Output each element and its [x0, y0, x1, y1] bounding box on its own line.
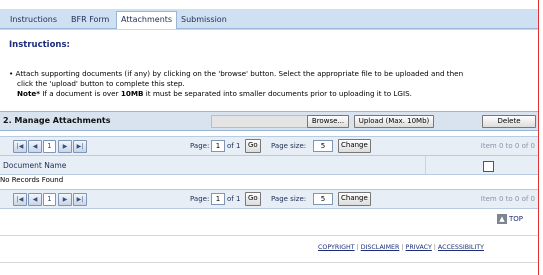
page-size-input[interactable]: 5 — [313, 193, 333, 205]
item-range-text: Item 0 to 0 of 0 — [480, 195, 535, 203]
file-path-input[interactable] — [211, 115, 309, 128]
prev-page-icon[interactable]: ◀ — [28, 193, 42, 206]
page-size-label: Page size: — [271, 195, 307, 203]
tab-instructions[interactable]: Instructions — [6, 12, 61, 28]
tab-bfr-form[interactable]: BFR Form — [67, 12, 113, 28]
top-link[interactable]: ▲ TOP — [497, 214, 523, 226]
delete-button[interactable]: Delete — [482, 115, 536, 128]
last-page-icon[interactable]: ▶| — [73, 140, 87, 153]
page-number-button[interactable]: 1 — [43, 140, 56, 153]
select-all-checkbox[interactable] — [483, 161, 494, 172]
page-of-label: of 1 — [227, 142, 241, 150]
instructions-line-2: click the 'upload' button to complete th… — [17, 79, 185, 88]
first-page-icon[interactable]: |◀ — [13, 193, 27, 206]
change-button[interactable]: Change — [338, 192, 371, 206]
note-pre: If a document is over — [40, 89, 121, 98]
page-label: Page: — [190, 195, 210, 203]
upload-button[interactable]: Upload (Max. 10Mb) — [354, 115, 434, 128]
go-button[interactable]: Go — [245, 192, 261, 206]
page-size-label: Page size: — [271, 142, 307, 150]
instructions-panel: Instructions: • Attach supporting docume… — [0, 29, 538, 110]
grid-header: Document Name — [0, 156, 538, 175]
note-size: 10MB — [120, 89, 144, 98]
column-divider — [425, 156, 426, 174]
browse-button[interactable]: Browse... — [307, 115, 349, 128]
instructions-note: Note* If a document is over 10MB it must… — [9, 89, 529, 99]
disclaimer-link[interactable]: DISCLAIMER — [361, 244, 400, 251]
no-records-row: No Records Found — [0, 176, 64, 184]
page-input[interactable]: 1 — [211, 193, 225, 205]
note-label: Note* — [17, 89, 41, 98]
go-button[interactable]: Go — [245, 139, 261, 153]
manage-attachments-title: 2. Manage Attachments — [3, 116, 111, 125]
page-of-label: of 1 — [227, 195, 241, 203]
page-number-button[interactable]: 1 — [43, 193, 56, 206]
page-input[interactable]: 1 — [211, 140, 225, 152]
item-range-text: Item 0 to 0 of 0 — [480, 142, 535, 150]
accessibility-link[interactable]: ACCESSIBILITY — [438, 244, 484, 251]
instructions-line-1: • Attach supporting documents (if any) b… — [9, 69, 464, 78]
copyright-link[interactable]: COPYRIGHT — [318, 244, 355, 251]
instructions-text: • Attach supporting documents (if any) b… — [9, 69, 529, 99]
footer-links: COPYRIGHT | DISCLAIMER | PRIVACY | ACCESSIBILI… — [318, 244, 484, 251]
first-page-icon[interactable]: |◀ — [13, 140, 27, 153]
tab-bar: Instructions BFR Form Attachments Submis… — [0, 9, 538, 30]
arrow-up-icon: ▲ — [497, 214, 507, 224]
footer-divider — [0, 235, 538, 236]
manage-attachments-bar: 2. Manage Attachments Browse... Upload (… — [0, 111, 538, 131]
instructions-title: Instructions: — [9, 40, 70, 50]
prev-page-icon[interactable]: ◀ — [28, 140, 42, 153]
tab-attachments[interactable]: Attachments — [116, 11, 178, 30]
document-name-header[interactable]: Document Name — [3, 161, 66, 170]
page-size-input[interactable]: 5 — [313, 140, 333, 152]
next-page-icon[interactable]: ▶ — [58, 140, 72, 153]
tab-submission[interactable]: Submission — [177, 12, 231, 28]
top-link-label: TOP — [509, 215, 524, 223]
note-post: it must be separated into smaller docume… — [143, 89, 412, 98]
page-label: Page: — [190, 142, 210, 150]
page-frame: Instructions BFR Form Attachments Submis… — [0, 0, 539, 275]
privacy-link[interactable]: PRIVACY — [406, 244, 432, 251]
last-page-icon[interactable]: ▶| — [73, 193, 87, 206]
next-page-icon[interactable]: ▶ — [58, 193, 72, 206]
pager-bottom: |◀ ◀ 1 ▶ ▶| Page: 1 of 1 Go Page size: 5… — [0, 189, 538, 209]
footer-bottom-divider — [0, 262, 538, 263]
pager-top: |◀ ◀ 1 ▶ ▶| Page: 1 of 1 Go Page size: 5… — [0, 136, 538, 156]
change-button[interactable]: Change — [338, 139, 371, 153]
